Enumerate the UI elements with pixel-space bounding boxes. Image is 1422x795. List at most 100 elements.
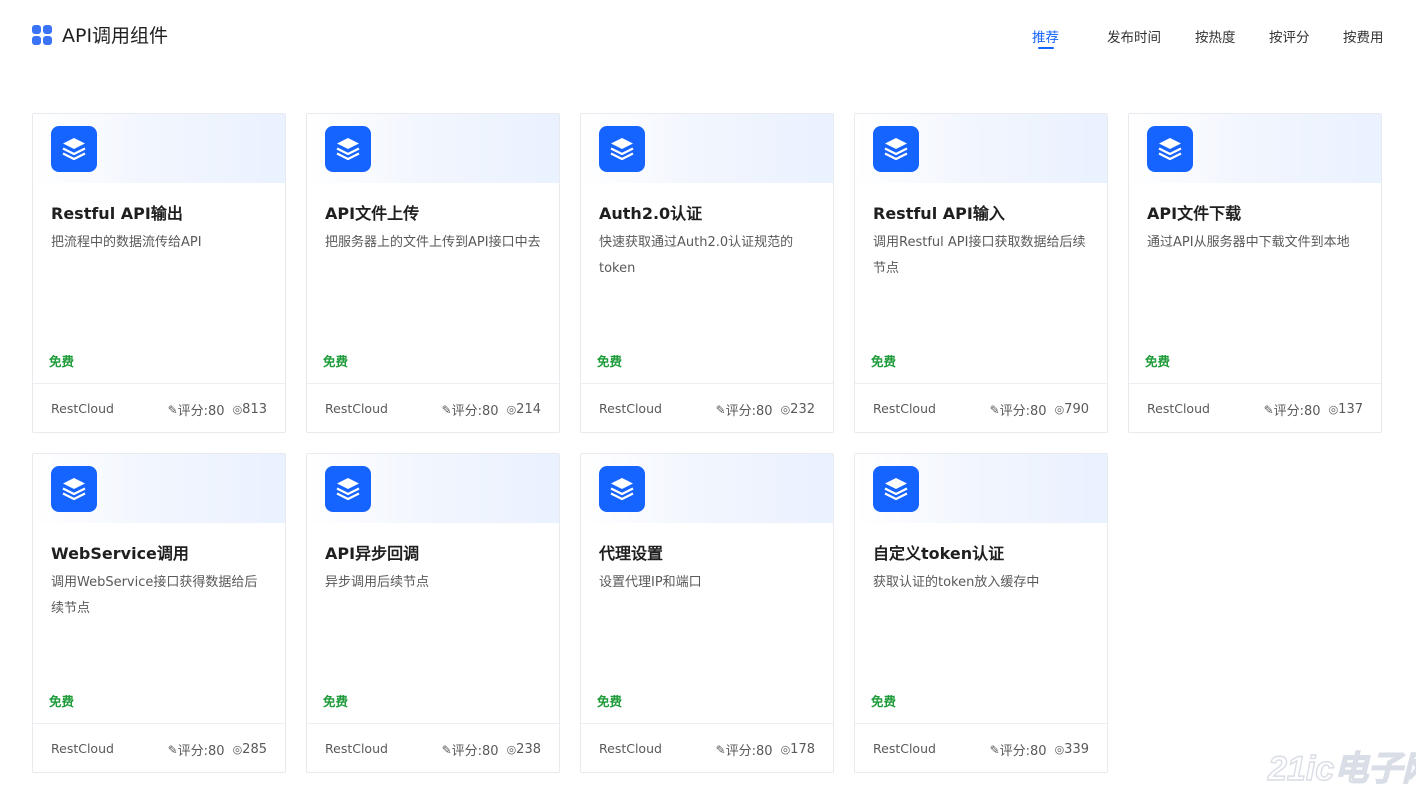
view-count: 238 <box>516 742 541 757</box>
component-card[interactable]: 自定义token认证 获取认证的token放入缓存中 免费 RestCloud … <box>854 453 1108 773</box>
card-stats: ✎评分:80 ◎285 <box>168 740 267 759</box>
vendor-name: RestCloud <box>873 401 936 416</box>
component-card[interactable]: WebService调用 调用WebService接口获得数据给后续节点 免费 … <box>32 453 286 773</box>
eye-icon: ◎ <box>1054 403 1065 416</box>
component-card[interactable]: API文件上传 把服务器上的文件上传到API接口中去 免费 RestCloud … <box>306 113 560 433</box>
card-stats: ✎评分:80 ◎137 <box>1264 400 1363 419</box>
card-description: 通过API从服务器中下载文件到本地 <box>1147 235 1350 250</box>
component-card[interactable]: API文件下载 通过API从服务器中下载文件到本地 免费 RestCloud ✎… <box>1128 113 1382 433</box>
tab-label: 按热度 <box>1195 30 1236 46</box>
price-badge: 免费 <box>1145 354 1171 369</box>
card-footer: RestCloud ✎评分:80 ◎790 <box>855 383 1107 432</box>
card-description: 获取认证的token放入缓存中 <box>873 575 1040 590</box>
edit-pen-icon: ✎ <box>989 742 1000 757</box>
active-tab-indicator <box>1037 47 1054 49</box>
tab-popularity[interactable]: 按热度 <box>1195 26 1236 56</box>
card-description: 异步调用后续节点 <box>325 575 430 590</box>
layers-icon <box>325 126 371 172</box>
tab-label: 按评分 <box>1269 30 1310 46</box>
edit-pen-icon: ✎ <box>441 742 452 757</box>
card-title: Restful API输入 <box>873 204 1005 223</box>
layers-icon <box>51 466 97 512</box>
card-description: 调用Restful API接口获取数据给后续节点 <box>873 235 1086 276</box>
top-bar: API调用组件 推荐 发布时间 按热度 按评分 按费用 <box>0 0 1422 72</box>
tab-label: 推荐 <box>1032 30 1059 46</box>
price-badge: 免费 <box>49 354 75 369</box>
card-footer: RestCloud ✎评分:80 ◎813 <box>33 383 285 432</box>
view-count: 137 <box>1338 402 1363 417</box>
tab-cost[interactable]: 按费用 <box>1343 26 1384 56</box>
view-count: 339 <box>1064 742 1089 757</box>
card-stats: ✎评分:80 ◎813 <box>168 400 267 419</box>
eye-icon: ◎ <box>506 403 517 416</box>
card-footer: RestCloud ✎评分:80 ◎232 <box>581 383 833 432</box>
watermark-text: 21ic电子网 <box>1267 750 1416 788</box>
layers-icon <box>873 466 919 512</box>
tab-label: 发布时间 <box>1107 30 1161 46</box>
card-footer: RestCloud ✎评分:80 ◎238 <box>307 723 559 772</box>
view-count: 232 <box>790 402 815 417</box>
price-badge: 免费 <box>871 354 897 369</box>
rating-value: 评分:80 <box>1273 404 1321 419</box>
component-card[interactable]: Restful API输入 调用Restful API接口获取数据给后续节点 免… <box>854 113 1108 433</box>
card-footer: RestCloud ✎评分:80 ◎339 <box>855 723 1107 772</box>
rating-value: 评分:80 <box>451 744 499 759</box>
rating-value: 评分:80 <box>999 404 1047 419</box>
rating-value: 评分:80 <box>725 404 773 419</box>
tab-label: 按费用 <box>1343 30 1384 46</box>
eye-icon: ◎ <box>1328 403 1339 416</box>
component-card[interactable]: API异步回调 异步调用后续节点 免费 RestCloud ✎评分:80 ◎238 <box>306 453 560 773</box>
card-title: WebService调用 <box>51 544 189 563</box>
card-footer: RestCloud ✎评分:80 ◎285 <box>33 723 285 772</box>
app-logo-icon <box>32 25 53 47</box>
eye-icon: ◎ <box>780 403 791 416</box>
site-watermark: 21ic电子网 <box>1266 749 1416 788</box>
edit-pen-icon: ✎ <box>1263 402 1274 417</box>
card-footer: RestCloud ✎评分:80 ◎178 <box>581 723 833 772</box>
rating-value: 评分:80 <box>177 404 225 419</box>
edit-pen-icon: ✎ <box>441 402 452 417</box>
vendor-name: RestCloud <box>1147 401 1210 416</box>
vendor-name: RestCloud <box>51 401 114 416</box>
component-card[interactable]: Restful API输出 把流程中的数据流传给API 免费 RestCloud… <box>32 113 286 433</box>
eye-icon: ◎ <box>232 743 243 756</box>
component-card[interactable]: 代理设置 设置代理IP和端口 免费 RestCloud ✎评分:80 ◎178 <box>580 453 834 773</box>
tab-recommended[interactable]: 推荐 <box>1032 26 1059 56</box>
edit-pen-icon: ✎ <box>989 402 1000 417</box>
layers-icon <box>325 466 371 512</box>
layers-icon <box>873 126 919 172</box>
rating-value: 评分:80 <box>451 404 499 419</box>
layers-icon <box>51 126 97 172</box>
card-stats: ✎评分:80 ◎238 <box>442 740 541 759</box>
card-title: API异步回调 <box>325 544 420 563</box>
tab-publish-time[interactable]: 发布时间 <box>1107 26 1161 56</box>
page-title: API调用组件 <box>62 25 169 47</box>
price-badge: 免费 <box>323 354 349 369</box>
card-footer: RestCloud ✎评分:80 ◎214 <box>307 383 559 432</box>
card-description: 把服务器上的文件上传到API接口中去 <box>325 235 541 250</box>
price-badge: 免费 <box>597 354 623 369</box>
edit-pen-icon: ✎ <box>715 402 726 417</box>
card-description: 把流程中的数据流传给API <box>51 235 202 250</box>
view-count: 214 <box>516 402 541 417</box>
card-stats: ✎评分:80 ◎232 <box>716 400 815 419</box>
price-badge: 免费 <box>49 694 75 709</box>
tab-rating[interactable]: 按评分 <box>1269 26 1310 56</box>
component-card[interactable]: Auth2.0认证 快速获取通过Auth2.0认证规范的token 免费 Res… <box>580 113 834 433</box>
vendor-name: RestCloud <box>599 401 662 416</box>
edit-pen-icon: ✎ <box>167 742 178 757</box>
view-count: 813 <box>242 402 267 417</box>
card-description: 设置代理IP和端口 <box>599 575 702 590</box>
eye-icon: ◎ <box>780 743 791 756</box>
vendor-name: RestCloud <box>873 741 936 756</box>
card-footer: RestCloud ✎评分:80 ◎137 <box>1129 383 1381 432</box>
card-description: 调用WebService接口获得数据给后续节点 <box>51 575 258 616</box>
eye-icon: ◎ <box>232 403 243 416</box>
edit-pen-icon: ✎ <box>167 402 178 417</box>
rating-value: 评分:80 <box>725 744 773 759</box>
card-title: Restful API输出 <box>51 204 183 223</box>
vendor-name: RestCloud <box>325 401 388 416</box>
view-count: 790 <box>1064 402 1089 417</box>
card-description: 快速获取通过Auth2.0认证规范的token <box>599 235 794 276</box>
card-stats: ✎评分:80 ◎339 <box>990 740 1089 759</box>
